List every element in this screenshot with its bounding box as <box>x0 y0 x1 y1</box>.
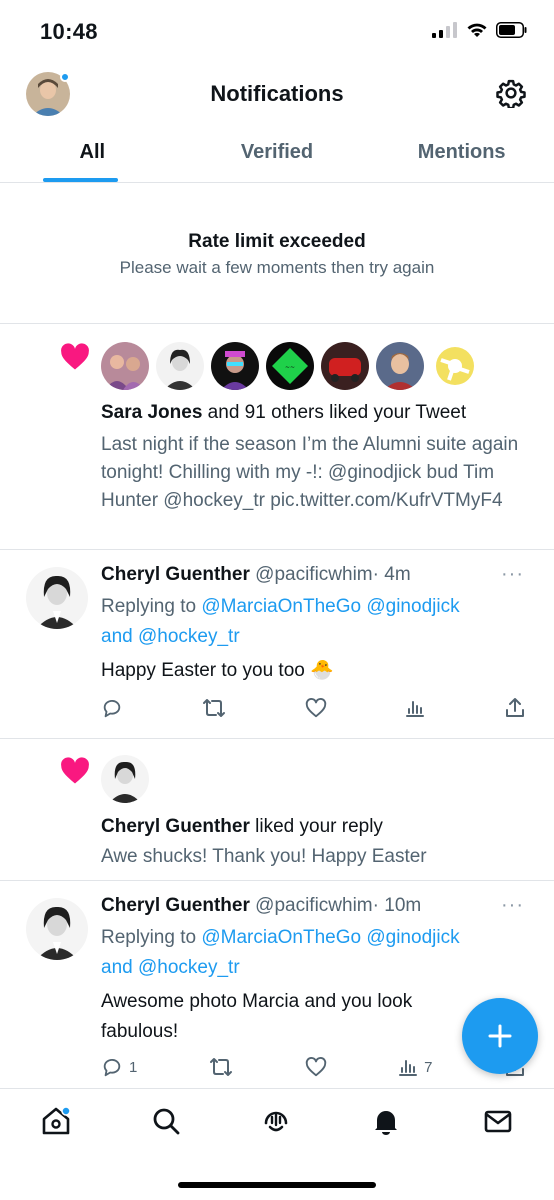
avatar[interactable]: ~~ <box>266 342 314 390</box>
tweet-time: · 4m <box>372 564 411 585</box>
reply-button[interactable] <box>101 697 123 719</box>
like-summary: Sara Jones and 91 others liked your Twee… <box>101 400 466 425</box>
avatar[interactable] <box>101 755 149 803</box>
author-handle[interactable]: @pacificwhim <box>255 564 372 585</box>
avatar[interactable] <box>211 342 259 390</box>
active-tab-indicator <box>43 178 118 182</box>
heart-icon <box>61 343 89 370</box>
share-icon <box>506 698 524 717</box>
tweet-actions <box>101 695 526 721</box>
views-button[interactable]: 7 <box>398 1057 432 1077</box>
tweet-time: · 10m <box>372 895 422 916</box>
compose-icon <box>488 1024 512 1048</box>
mention-link[interactable]: @ginodjick <box>366 927 459 948</box>
tweet[interactable]: Cheryl Guenther @pacificwhim· 4m ··· Rep… <box>0 551 554 739</box>
battery-icon <box>496 22 527 38</box>
reply-icon <box>103 699 121 718</box>
share-button[interactable] <box>504 697 526 719</box>
views-icon <box>399 1060 418 1076</box>
liker-name[interactable]: Cheryl Guenther <box>101 816 250 837</box>
avatar[interactable] <box>101 342 149 390</box>
author-name[interactable]: Cheryl Guenther <box>101 564 250 585</box>
liked-tweet-text: Last night if the season I’m the Alumni … <box>101 434 519 511</box>
replying-to: Replying to @MarciaOnTheGo @ginodjick and… <box>101 592 521 652</box>
mention-link[interactable]: @MarciaOnTheGo <box>201 596 361 617</box>
reply-count: 1 <box>129 1058 138 1076</box>
like-action-text: and 91 others liked your Tweet <box>202 402 467 423</box>
reply-icon <box>103 1058 121 1077</box>
tab-verified[interactable]: Verified <box>185 126 370 182</box>
liked-reply-action: liked your reply <box>249 816 383 837</box>
replying-to-label: Replying to <box>101 927 202 948</box>
more-options-icon[interactable]: ··· <box>501 563 524 586</box>
reply-button[interactable]: 1 <box>101 1056 137 1078</box>
status-bar: 10:48 <box>0 0 554 62</box>
rate-limit-title: Rate limit exceeded <box>188 231 366 252</box>
like-icon <box>305 1057 326 1077</box>
like-icon <box>305 698 326 718</box>
status-time: 10:48 <box>40 19 98 44</box>
avatar[interactable] <box>376 342 424 390</box>
liked-reply-text: Awe shucks! Thank you! Happy Easter <box>101 846 427 867</box>
more-options-icon[interactable]: ··· <box>501 894 524 917</box>
signal-icon <box>432 22 457 38</box>
spaces-icon[interactable] <box>260 1105 292 1137</box>
page-title: Notifications <box>210 81 344 106</box>
wifi-icon <box>467 23 487 37</box>
mention-link[interactable]: @hockey_tr <box>138 626 240 647</box>
bell-icon[interactable] <box>370 1105 402 1137</box>
replying-to-label: Replying to <box>101 596 202 617</box>
liked-reply-notification[interactable]: Cheryl Guenther liked your reply Awe shu… <box>0 739 554 881</box>
tweet-text: Happy Easter to you too 🐣 <box>101 660 334 681</box>
status-icons <box>432 22 528 38</box>
mention-link[interactable]: @MarciaOnTheGo <box>201 927 361 948</box>
views-icon <box>406 701 425 717</box>
avatar[interactable] <box>26 898 88 960</box>
rate-limit-message: Rate limit exceeded Please wait a few mo… <box>0 184 554 324</box>
avatar[interactable] <box>321 342 369 390</box>
retweet-icon <box>209 1058 232 1076</box>
avatar[interactable] <box>156 342 204 390</box>
views-button[interactable] <box>405 698 425 718</box>
like-button[interactable] <box>305 697 327 719</box>
tweet-header: Cheryl Guenther @pacificwhim· 4m <box>101 564 411 586</box>
svg-text:~~: ~~ <box>285 364 295 371</box>
compose-tweet-button[interactable] <box>462 998 538 1074</box>
liked-reply-summary: Cheryl Guenther liked your reply <box>101 814 383 839</box>
tweet-actions: 1 7 <box>101 1054 526 1080</box>
tweet-text: Awesome photo Marcia and you look fabulo… <box>101 991 413 1042</box>
replying-to-and: and <box>101 626 138 647</box>
retweet-button[interactable] <box>209 1056 233 1078</box>
rate-limit-subtitle: Please wait a few moments then try again <box>119 258 435 277</box>
avatar[interactable] <box>26 567 88 629</box>
liker-name[interactable]: Sara Jones <box>101 402 202 423</box>
tab-mentions[interactable]: Mentions <box>369 126 554 182</box>
home-icon[interactable] <box>40 1105 72 1137</box>
gear-icon[interactable] <box>496 78 526 108</box>
mail-icon[interactable] <box>482 1105 514 1137</box>
heart-icon <box>61 757 89 784</box>
notification-tabs: All Verified Mentions <box>0 126 554 183</box>
liker-avatars: ~~ <box>101 342 479 390</box>
mention-link[interactable]: @ginodjick <box>366 596 459 617</box>
retweet-icon <box>202 699 225 717</box>
author-handle[interactable]: @pacificwhim <box>255 895 372 916</box>
mention-link[interactable]: @hockey_tr <box>138 957 240 978</box>
views-count: 7 <box>424 1058 433 1076</box>
replying-to-and: and <box>101 957 138 978</box>
replying-to: Replying to @MarciaOnTheGo @ginodjick and… <box>101 923 521 983</box>
like-notification[interactable]: ~~ Sara Jones and 91 others liked your T… <box>0 325 554 550</box>
avatar[interactable] <box>431 342 479 390</box>
author-name[interactable]: Cheryl Guenther <box>101 895 250 916</box>
search-icon[interactable] <box>150 1105 182 1137</box>
top-app-bar: Notifications <box>0 62 554 126</box>
like-button[interactable] <box>305 1056 327 1078</box>
tab-all[interactable]: All <box>0 126 185 182</box>
home-indicator <box>178 1182 376 1188</box>
tweet-header: Cheryl Guenther @pacificwhim· 10m <box>101 895 421 917</box>
retweet-button[interactable] <box>202 697 226 719</box>
